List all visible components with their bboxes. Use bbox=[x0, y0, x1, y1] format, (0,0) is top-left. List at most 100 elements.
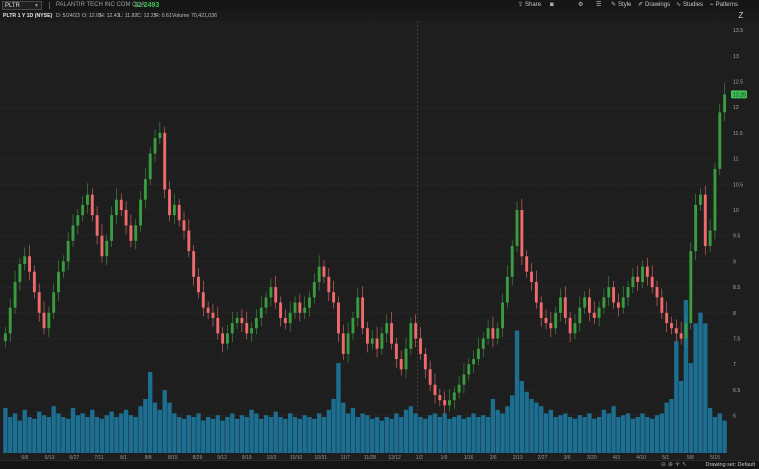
candle-body bbox=[192, 251, 196, 277]
candle-body bbox=[47, 312, 51, 329]
volume-bar bbox=[452, 417, 457, 453]
candle-body bbox=[549, 323, 553, 329]
volume-bar bbox=[90, 409, 95, 453]
candle-body bbox=[187, 230, 191, 252]
candle-body bbox=[95, 215, 99, 236]
volume-bar bbox=[230, 413, 235, 453]
candle-body bbox=[452, 392, 456, 401]
candle-body bbox=[703, 194, 707, 246]
candle-body bbox=[351, 317, 355, 334]
candle-body bbox=[602, 297, 606, 308]
candle-body bbox=[423, 353, 427, 370]
candle-body bbox=[718, 112, 722, 169]
candle-body bbox=[230, 323, 234, 334]
volume-bar bbox=[355, 417, 360, 453]
candle-body bbox=[332, 292, 336, 303]
volume-bar bbox=[22, 409, 27, 453]
volume-bar bbox=[177, 417, 182, 453]
zoom-icon[interactable]: Z bbox=[735, 11, 747, 21]
y-tick-label: 6.5 bbox=[733, 388, 740, 394]
candle-body bbox=[723, 94, 727, 113]
candle-body bbox=[37, 292, 41, 313]
candle-body bbox=[211, 312, 215, 318]
volume-bar bbox=[514, 330, 520, 453]
date-axis: 6/6 6/13 6/27 7/11 8/1 8/8 8/15 8/29 9/12 9/19 10/… bbox=[22, 455, 721, 460]
volume-bar bbox=[403, 409, 409, 453]
candle-body bbox=[269, 287, 273, 298]
last-price: 12.2493 bbox=[134, 2, 160, 9]
candle-body bbox=[394, 343, 398, 360]
candle-body bbox=[119, 199, 123, 211]
candle-body bbox=[153, 138, 157, 154]
candle-body bbox=[631, 276, 635, 288]
settings-button[interactable]: ⚙ bbox=[578, 0, 583, 11]
volume-bar bbox=[553, 417, 558, 453]
style-button[interactable]: ✎ Style bbox=[611, 0, 631, 11]
volume-bar bbox=[85, 417, 90, 453]
volume-bar bbox=[259, 418, 264, 453]
candle-body bbox=[626, 287, 630, 298]
candle-body bbox=[168, 189, 171, 216]
menu-button[interactable]: ☰ bbox=[596, 0, 601, 11]
cursor-icon[interactable]: ↖ bbox=[682, 462, 689, 468]
patterns-button[interactable]: ⌁ Patterns bbox=[710, 0, 738, 11]
chart-title: PLTR 1 Y 1D (NYSE) bbox=[3, 13, 53, 19]
volume-bar bbox=[162, 390, 167, 453]
volume-bar bbox=[481, 415, 486, 453]
symbol-input[interactable]: PLTR ▼ bbox=[2, 1, 42, 10]
volume-bar bbox=[234, 418, 240, 453]
volume-bar bbox=[278, 417, 283, 453]
screenshot-button[interactable]: ◙ bbox=[550, 0, 554, 11]
studies-button[interactable]: ∿ Studies bbox=[676, 0, 703, 11]
candle-body bbox=[539, 302, 543, 318]
volume-bar bbox=[225, 417, 230, 453]
candle-body bbox=[245, 323, 249, 334]
volume-bar bbox=[408, 406, 414, 453]
bar-high: H: 12.43 bbox=[100, 13, 120, 19]
candle-body bbox=[52, 292, 56, 313]
candle-body bbox=[414, 323, 418, 339]
candle-body bbox=[177, 204, 181, 221]
candle-body bbox=[221, 333, 225, 344]
candle-body bbox=[259, 307, 263, 318]
candle-body bbox=[491, 328, 495, 339]
volume-bar bbox=[596, 417, 602, 453]
volume-bar bbox=[27, 417, 32, 453]
volume-bar bbox=[239, 415, 245, 453]
y-tick-label: 11 bbox=[733, 157, 738, 163]
magnify-plus-icon[interactable]: ⊕ bbox=[668, 462, 675, 468]
candle-body bbox=[216, 317, 220, 334]
candle-body bbox=[32, 271, 36, 293]
volume-bar bbox=[123, 409, 129, 453]
candle-body bbox=[327, 276, 331, 293]
volume-bar bbox=[316, 413, 322, 453]
candle-body bbox=[370, 338, 374, 344]
candle-body bbox=[139, 199, 143, 226]
candle-body bbox=[689, 251, 693, 324]
candle-body bbox=[568, 317, 572, 334]
price-chart[interactable] bbox=[0, 21, 730, 457]
share-button[interactable]: ⇪ Share bbox=[518, 0, 541, 11]
y-tick-label: 8.5 bbox=[733, 285, 740, 291]
volume-bar bbox=[244, 417, 249, 453]
volume-bar bbox=[587, 413, 592, 453]
candle-body bbox=[699, 194, 702, 205]
drawings-button[interactable]: ✐ Drawings bbox=[638, 0, 670, 11]
candle-body bbox=[182, 220, 186, 231]
candle-body bbox=[428, 369, 432, 385]
ohlc-info-bar: PLTR 1 Y 1D (NYSE) D: 5/24/23 O: 12.05 H… bbox=[0, 11, 759, 21]
candle-body bbox=[81, 204, 85, 216]
candle-body bbox=[312, 281, 316, 298]
magnify-minus-icon[interactable]: ⊖ bbox=[661, 462, 668, 468]
volume-bar bbox=[104, 415, 109, 453]
candle-body bbox=[124, 210, 128, 226]
volume-bar bbox=[601, 409, 607, 453]
crosshair-icon[interactable]: ✛ bbox=[675, 462, 682, 468]
volume-bar bbox=[157, 409, 163, 453]
candle-body bbox=[172, 204, 176, 216]
volume-bar bbox=[365, 415, 370, 453]
candle-body bbox=[636, 276, 640, 282]
volume-bar bbox=[138, 406, 143, 453]
bar-open: O: 12.05 bbox=[82, 13, 102, 19]
volume-bar bbox=[384, 417, 389, 453]
